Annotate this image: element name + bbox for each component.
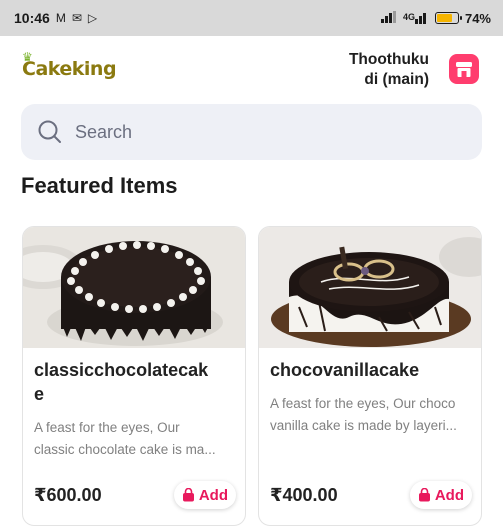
gmail-icon: M [55,11,66,25]
add-label: Add [198,486,228,504]
store-icon [456,62,472,77]
store-button[interactable] [449,54,479,84]
status-bar: 10:46 M ✉ ▷ 4G 74% [0,0,503,36]
product-card-classicchocolatecake[interactable]: classicchocolatecake i A feast for the e… [22,226,246,526]
product-name: chocovanillacake [270,360,420,380]
product-description: A feast for the eyes, Our classic chocol… [34,417,239,461]
play-icon: ▷ [87,11,98,25]
network-label: 4G [402,12,415,22]
status-time: 10:46 [14,10,50,26]
add-label: Add [434,486,464,504]
product-name: classicchocolatecake [34,360,209,404]
search-icon [38,120,61,143]
featured-items-title: Featured Items [21,173,178,198]
bag-icon [182,488,194,502]
product-price: ₹600.00 [34,485,102,505]
location-line-2: di (main) [364,71,429,88]
battery-icon [434,12,462,24]
description-line-1: A feast for the eyes, Our choco [270,396,456,411]
store-location[interactable]: Thoothuku di (main) [349,50,429,90]
crown-icon: ♛ [22,50,33,64]
product-name-row: classicchocolatecake i [34,358,234,508]
logo-text: Cakeking [22,58,117,80]
network-icon: 4G [403,12,429,24]
product-image[interactable] [23,227,245,348]
search-input[interactable] [75,121,435,143]
cakeking-logo[interactable]: ♛ Cakeking [22,50,117,80]
product-image[interactable] [259,227,481,348]
product-price: ₹400.00 [270,485,338,505]
product-card-chocovanillacake[interactable]: chocovanillacake i A feast for the eyes,… [258,226,482,526]
description-line-1: A feast for the eyes, Our [34,420,180,435]
add-to-cart-button[interactable]: Add [409,481,472,509]
bag-icon [418,488,430,502]
description-line-2: classic chocolate cake is ma... [34,442,216,457]
description-line-2: vanilla cake is made by layeri... [270,418,457,433]
battery-percent: 74% [464,10,491,26]
add-to-cart-button[interactable]: Add [173,481,236,509]
message-icon: ✉ [71,11,82,25]
location-line-1: Thoothuku [348,51,429,68]
product-description: A feast for the eyes, Our choco vanilla … [270,393,475,437]
signal-icon [380,10,397,26]
app-header: ♛ Cakeking Thoothuku di (main) [0,36,503,102]
product-name-row: chocovanillacake i [270,358,470,508]
search-bar[interactable] [21,104,482,160]
